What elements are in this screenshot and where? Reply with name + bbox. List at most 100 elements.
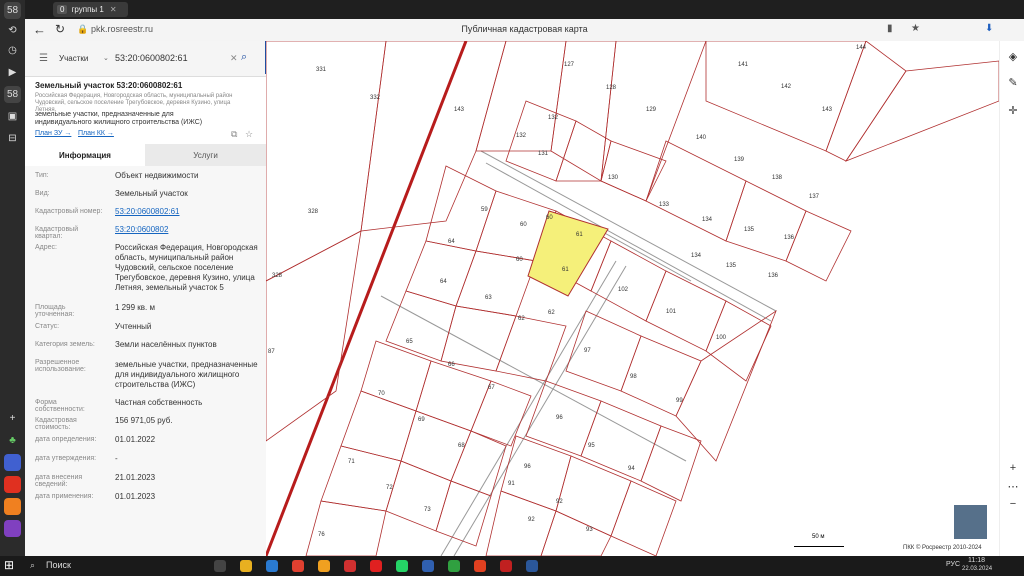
parcel-label: 142 [781, 84, 792, 90]
app-icon[interactable] [422, 560, 434, 572]
tab-services[interactable]: Услуги [145, 144, 266, 166]
scale-bar: 50 м [794, 534, 844, 547]
plan-kk-link[interactable]: План КК → [78, 130, 114, 137]
parcel-label: 92 [556, 499, 563, 505]
tab-group-count: 0 [57, 5, 68, 14]
layers-icon[interactable]: ◈ [1004, 47, 1022, 65]
taskview-icon[interactable] [214, 560, 226, 572]
yandex-icon[interactable] [370, 560, 382, 572]
windows-start-icon[interactable]: ⊞ [4, 558, 14, 572]
clock-date[interactable]: 22.03.2024 [962, 566, 992, 572]
clear-icon[interactable]: ✕ [230, 53, 238, 64]
badge-icon[interactable]: 58 [4, 86, 21, 103]
parcel-label: 71 [348, 459, 355, 465]
star-icon[interactable]: ★ [911, 23, 920, 34]
parcel-label: 144 [856, 45, 867, 51]
dashboard-icon[interactable]: ▣ [4, 108, 21, 125]
word-icon[interactable] [526, 560, 538, 572]
parcel-label: 102 [618, 287, 629, 293]
search-type-select[interactable]: Участки [59, 54, 88, 63]
field-label-application-date: дата применения: [35, 493, 94, 500]
extension-icon[interactable]: ⬇ [985, 23, 993, 34]
field-value-cadastral-number[interactable]: 53:20:0600802:61 [115, 207, 260, 217]
parcel-label: 62 [518, 316, 525, 322]
app-icon[interactable] [266, 560, 278, 572]
field-value-ownership: Частная собственность [115, 398, 203, 407]
ruler-icon[interactable]: ✎ [1004, 73, 1022, 91]
parcel-label: 60 [546, 215, 553, 221]
more-icon[interactable]: ⋯ [1004, 477, 1022, 495]
plan-zu-link[interactable]: План ЗУ → [35, 130, 71, 137]
parcel-label: 138 [772, 175, 783, 181]
app-icon[interactable] [318, 560, 330, 572]
tab-strip: 0 группы 1 ✕ [25, 0, 1024, 19]
app-icon-5[interactable] [4, 520, 21, 537]
parcel-label: 143 [822, 107, 833, 113]
play-icon[interactable]: ▶ [4, 64, 21, 81]
field-label-area: Площадь уточненная: [35, 304, 75, 318]
field-label-cadastral-quarter: Кадастровый квартал: [35, 226, 79, 240]
browser-icon[interactable] [292, 560, 304, 572]
field-label-approval-date: дата утверждения: [35, 455, 97, 462]
basemap-thumbnail[interactable] [953, 504, 988, 540]
field-label-status: Статус: [35, 323, 60, 330]
tab-count-badge[interactable]: 58 [4, 2, 21, 19]
app-icon[interactable] [344, 560, 356, 572]
parcel-label: 64 [440, 279, 447, 285]
app-icon-3[interactable] [4, 476, 21, 493]
parcel-label: 328 [272, 273, 283, 279]
parcel-label: 101 [666, 309, 677, 315]
field-label-permitted-use: Разрешенное использование: [35, 359, 86, 373]
close-icon[interactable]: ✕ [110, 5, 117, 14]
parcel-label: 136 [768, 273, 779, 279]
tab-services-label: Услуги [193, 150, 218, 160]
tab-group[interactable]: 0 группы 1 ✕ [53, 2, 128, 17]
parcel-label: 134 [691, 253, 702, 259]
tab-count-text: 58 [6, 5, 19, 16]
cadastral-map[interactable]: 331 332 127 128 129 144 141 142 143 132 … [266, 41, 999, 556]
bookmark-page-icon[interactable]: ▮ [887, 23, 893, 34]
parcel-label: 131 [538, 151, 549, 157]
app-icon-4[interactable] [4, 498, 21, 515]
zoom-in-icon[interactable]: + [1004, 459, 1022, 477]
taskbar-search-label[interactable]: Поиск [46, 560, 71, 570]
app-icon[interactable] [500, 560, 512, 572]
app-icon[interactable] [448, 560, 460, 572]
parcel-label: 73 [424, 507, 431, 513]
parcel-label: 63 [485, 295, 492, 301]
history-icon[interactable]: ⟲ [4, 22, 21, 39]
clock-icon[interactable]: ◷ [4, 42, 21, 59]
zoom-out-icon[interactable]: − [1004, 495, 1022, 513]
folder-icon[interactable] [240, 560, 252, 572]
chevron-down-icon[interactable]: ⌄ [103, 54, 109, 62]
app-icon-2[interactable] [4, 454, 21, 471]
search-icon[interactable]: ⌕ [30, 560, 35, 571]
tab-info[interactable]: Информация [25, 144, 145, 168]
locate-icon[interactable]: ✛ [1004, 101, 1022, 119]
field-value-address: Российская Федерация, Новгородская облас… [115, 243, 258, 292]
app-icon[interactable] [474, 560, 486, 572]
fields-area: Тип: Объект недвижимости Вид: Земельный … [25, 166, 266, 556]
parcel-label: 92 [528, 517, 535, 523]
parcel-label: 60 [520, 222, 527, 228]
parcel-label: 61 [576, 232, 583, 238]
page-title: Публичная кадастровая карта [461, 24, 588, 34]
add-icon[interactable]: + [4, 410, 21, 427]
copy-icon[interactable]: ⧉ [231, 129, 237, 140]
search-icon[interactable]: ⌕ [241, 51, 247, 64]
bookmark-icon[interactable]: ⊟ [4, 130, 21, 147]
search-input[interactable]: 53:20:0600802:61 [115, 53, 188, 63]
favorite-star-icon[interactable]: ☆ [245, 129, 253, 140]
parcel-label: 64 [448, 239, 455, 245]
clock-time[interactable]: 11:18 [968, 557, 985, 564]
parcel-label: 91 [508, 481, 515, 487]
parcel-label: 61 [562, 267, 569, 273]
parcel-label: 66 [448, 362, 455, 368]
field-value-cadastral-quarter[interactable]: 53:20:0600802 [115, 225, 260, 235]
whatsapp-icon[interactable] [396, 560, 408, 572]
app-icon-1[interactable]: ♣ [4, 432, 21, 449]
field-label-kind: Вид: [35, 190, 50, 197]
parcel-label: 328 [308, 209, 319, 215]
language-indicator[interactable]: РУС [946, 561, 960, 568]
menu-icon[interactable]: ☰ [39, 53, 48, 64]
